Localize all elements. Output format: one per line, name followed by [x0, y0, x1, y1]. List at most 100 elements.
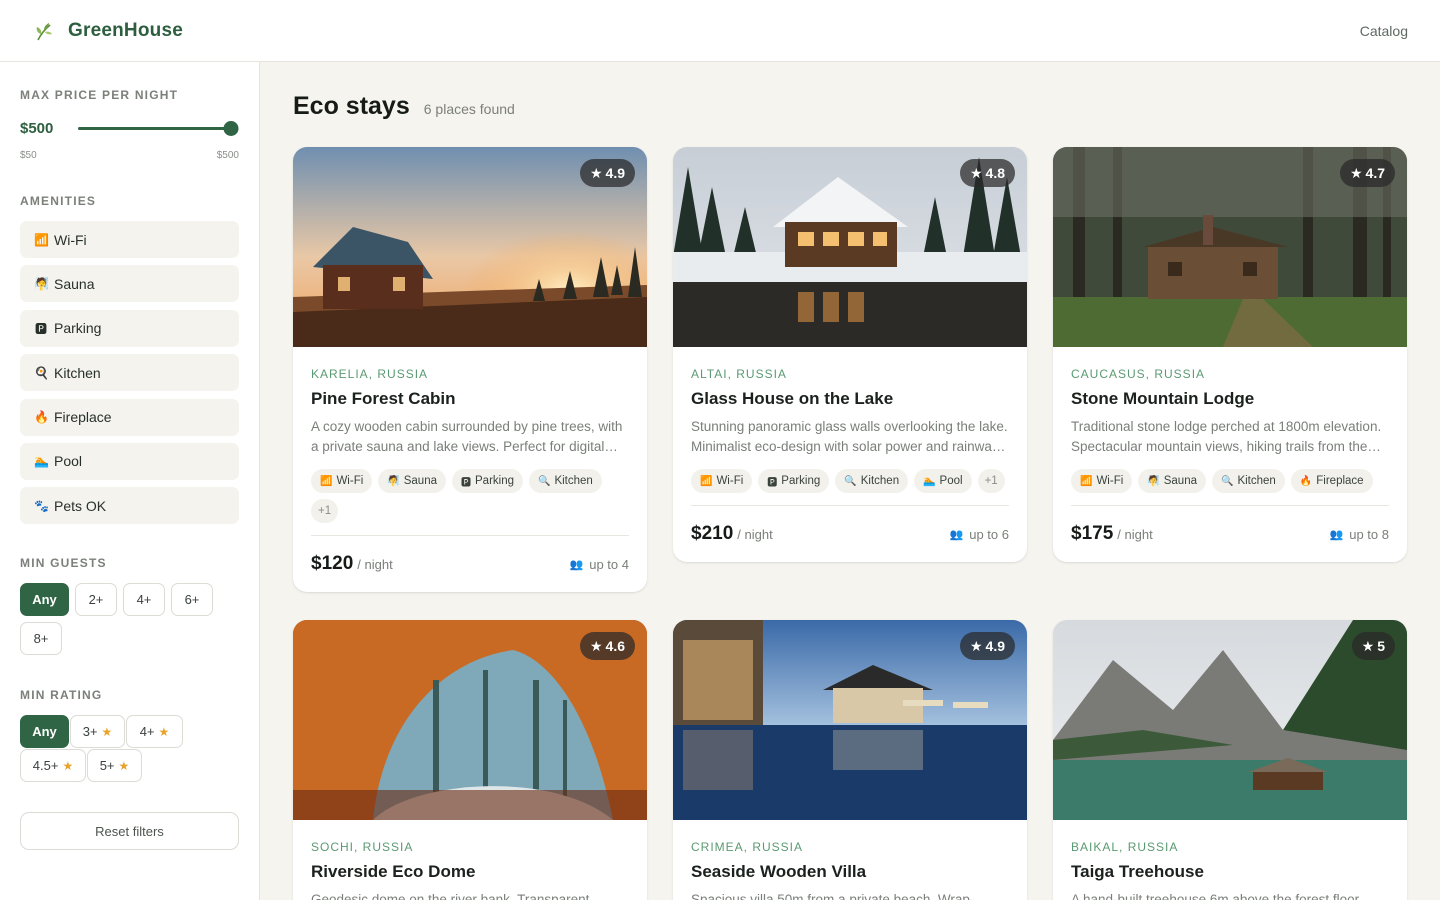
- listing-photo: ★ 4.8: [673, 147, 1027, 347]
- listing-card[interactable]: ★ 4.9 Crimea, Russia Seaside Wooden Villa Sp…: [673, 620, 1027, 900]
- rating-badge: ★ 4.6: [579, 632, 635, 660]
- amenity-label: Pets OK: [54, 497, 107, 514]
- listing-description: A hand-built treehouse 6m above the fore…: [1071, 892, 1363, 900]
- sauna-icon: 🧖: [387, 475, 400, 487]
- price-max-label: $500: [216, 150, 239, 161]
- amenity-toggle-pets-ok[interactable]: 🐾 Pets OK: [20, 487, 239, 525]
- guests-chip[interactable]: Any: [20, 583, 69, 616]
- rating-chip[interactable]: 4+ ★: [126, 715, 183, 748]
- listing-card[interactable]: ★ 4.8 Altai, Russia Glass House on the Lake…: [673, 147, 1027, 562]
- reset-filters-button[interactable]: Reset filters: [20, 812, 239, 850]
- amenity-tag-label: +1: [984, 475, 998, 487]
- listing-photo: ★ 4.9: [293, 147, 647, 347]
- fireplace-icon: 🔥: [1299, 475, 1313, 487]
- amenities-list: 📶 Wi-Fi 🧖 Sauna 🅿 Parking 🍳 Kitchen 🔥 Fireplace 🏊 P…: [20, 221, 239, 532]
- amenity-tags: 📶 Wi-Fi 🅿 Parking 🔍 Kitchen 🏊 Pool +1: [691, 469, 1009, 493]
- listing-card[interactable]: ★ 4.9 Karelia, Russia Pine Forest Cabin A co…: [293, 147, 647, 592]
- amenity-toggle-parking[interactable]: 🅿 Parking: [20, 309, 239, 347]
- star-icon: ★: [589, 637, 603, 654]
- fireplace-icon: 🔥: [34, 410, 49, 425]
- nav-catalog-link[interactable]: Catalog: [1360, 23, 1408, 39]
- amenity-tag-label: Kitchen: [554, 475, 593, 487]
- guests-chip[interactable]: 8+: [20, 622, 62, 655]
- guests-chip[interactable]: 6+: [171, 583, 213, 616]
- amenity-tag: 🏊 Pool: [914, 469, 972, 493]
- star-icon: ★: [158, 724, 170, 739]
- listing-title: Taiga Treehouse: [1071, 862, 1204, 881]
- guests-chip[interactable]: 4+: [123, 583, 165, 616]
- amenity-tags: 📶 Wi-Fi 🧖 Sauna 🅿 Parking 🔍 Kitchen +1: [311, 469, 629, 523]
- rating-chip[interactable]: 4.5+ ★: [20, 749, 86, 782]
- price-slider[interactable]: [78, 118, 239, 138]
- listing-location: Baikal, Russia: [1071, 840, 1179, 854]
- page-heading: Eco stays 6 places found: [293, 92, 515, 121]
- rating-chip[interactable]: Any: [20, 715, 69, 748]
- guests-icon: 👥: [569, 558, 584, 571]
- kitchen-icon: 🔍: [1221, 475, 1234, 487]
- amenity-tag-label: Wi-Fi: [1096, 475, 1124, 487]
- price-value: $175: [1071, 523, 1114, 544]
- price-unit: / night: [1117, 527, 1153, 542]
- rating-chips: Any 3+ ★ 4+ ★ 4.5+ ★ 5+ ★: [20, 715, 185, 782]
- amenity-tag: 🔍 Kitchen: [1212, 469, 1285, 493]
- price-unit: / night: [737, 527, 773, 542]
- listing-card[interactable]: ★ 4.6 Sochi, Russia Riverside Eco Dome Geode…: [293, 620, 647, 900]
- price-limits: $50 $500: [20, 150, 239, 161]
- price-filter-title: Max price per night: [20, 88, 179, 102]
- brand[interactable]: GreenHouse: [32, 19, 183, 43]
- listing-description: A cozy wooden cabin surrounded by pine t…: [311, 419, 623, 454]
- rating-chip[interactable]: 3+ ★: [70, 715, 125, 748]
- listing-footer: $210/ night 👥 up to 6: [691, 506, 1009, 562]
- amenity-toggle-pool[interactable]: 🏊 Pool: [20, 442, 239, 480]
- slider-thumb[interactable]: [223, 121, 239, 136]
- leaf-logo-icon: [36, 22, 52, 40]
- filters-sidebar: Max price per night $500 $50 $500 Amenit…: [0, 62, 260, 900]
- listing-body: Altai, Russia Glass House on the Lake Stun…: [673, 347, 1027, 562]
- amenity-tag: 🧖 Sauna: [378, 469, 446, 493]
- listing-footer: $175/ night 👥 up to 8: [1071, 506, 1389, 562]
- capacity: 👥 up to 6: [950, 527, 1009, 542]
- star-icon: ★: [101, 724, 113, 739]
- wifi-icon: 📶: [34, 232, 49, 247]
- amenity-tags: 📶 Wi-Fi 🧖 Sauna 🔍 Kitchen 🔥 Fireplace: [1071, 469, 1389, 493]
- parking-icon: 🅿: [461, 477, 471, 489]
- guests-title: Min guests: [20, 556, 107, 570]
- pool-icon: 🏊: [34, 454, 49, 469]
- slider-fill: [78, 127, 231, 130]
- amenity-toggle-sauna[interactable]: 🧖 Sauna: [20, 265, 239, 303]
- rating-badge: ★ 4.9: [579, 159, 635, 187]
- listing-description: Traditional stone lodge perched at 1800m…: [1071, 419, 1382, 454]
- listing-location: Caucasus, Russia: [1071, 367, 1206, 381]
- listing-price: $210/ night: [691, 523, 773, 545]
- price-value: $120: [311, 553, 354, 574]
- rating-value: 4.9: [605, 165, 625, 181]
- listing-price: $120/ night: [311, 553, 393, 575]
- amenity-toggle-fireplace[interactable]: 🔥 Fireplace: [20, 398, 239, 436]
- listing-body: Karelia, Russia Pine Forest Cabin A cozy w…: [293, 347, 647, 592]
- star-icon: ★: [589, 164, 603, 181]
- amenity-label: Kitchen: [54, 364, 101, 381]
- page-title: Eco stays: [293, 92, 410, 120]
- amenity-toggle-wi-fi[interactable]: 📶 Wi-Fi: [20, 221, 239, 258]
- rating-chip[interactable]: 5+ ★: [87, 749, 142, 782]
- star-icon: ★: [969, 637, 983, 654]
- rating-value: 4.6: [605, 638, 625, 654]
- listing-card[interactable]: ★ 4.7 Caucasus, Russia Stone Mountain Lodge…: [1053, 147, 1407, 562]
- guests-chip[interactable]: 2+: [75, 583, 117, 616]
- wi-fi-icon: 📶: [1080, 475, 1093, 487]
- listing-description: Stunning panoramic glass walls overlooki…: [691, 419, 1008, 454]
- amenity-tag: 🔥 Fireplace: [1290, 469, 1373, 493]
- wi-fi-icon: 📶: [700, 475, 713, 487]
- amenity-label: Fireplace: [54, 409, 112, 426]
- amenity-toggle-kitchen[interactable]: 🍳 Kitchen: [20, 354, 239, 392]
- capacity-value: up to 6: [969, 526, 1009, 542]
- rating-chip-label: 5+: [99, 758, 115, 773]
- listing-body: Baikal, Russia Taiga Treehouse A hand-buil…: [1053, 820, 1407, 900]
- kitchen-icon: 🍳: [34, 365, 49, 380]
- brand-name: GreenHouse: [68, 19, 183, 41]
- amenities-title: Amenities: [20, 194, 97, 208]
- rating-chip-label: Any: [32, 724, 57, 739]
- listing-card[interactable]: ★ 5 Baikal, Russia Taiga Treehouse A hand-bu…: [1053, 620, 1407, 900]
- star-icon: ★: [118, 758, 130, 773]
- amenity-label: Sauna: [54, 275, 95, 292]
